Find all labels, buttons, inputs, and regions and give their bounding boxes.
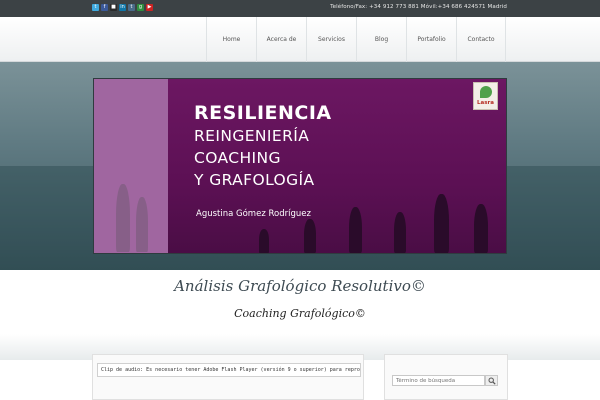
chess-piece-shape: [304, 219, 316, 253]
chess-piece-shape: [474, 204, 488, 253]
google-icon[interactable]: g: [137, 4, 144, 11]
page-subtitle: Coaching Grafológico©: [234, 307, 366, 320]
main-nav: Home Acerca de Servicios Blog Portafolio…: [206, 17, 506, 62]
slide-line-grafologia: Y GRAFOLOGÍA: [194, 171, 315, 189]
lasra-logo: Lasra: [473, 82, 498, 110]
slide-line-coaching: COACHING: [194, 149, 281, 167]
chess-piece-shape: [434, 194, 449, 253]
search-icon: [488, 377, 496, 385]
chess-piece-shape: [394, 212, 406, 253]
nav-item-portafolio[interactable]: Portafolio: [406, 17, 456, 62]
sidebar: [384, 354, 508, 400]
chess-piece-shape: [116, 184, 130, 252]
tumblr-icon[interactable]: t: [128, 4, 135, 11]
contact-info: Teléfono/Fax: +34 912 773 881 Móvil:+34 …: [330, 4, 507, 10]
search-input[interactable]: [392, 375, 485, 386]
nav-item-blog[interactable]: Blog: [356, 17, 406, 62]
slide-author: Agustina Gómez Rodríguez: [196, 209, 311, 219]
main-content: Clip de audio: Es necesario tener Adobe …: [92, 354, 364, 400]
nav-item-servicios[interactable]: Servicios: [306, 17, 356, 62]
twitter-icon[interactable]: t: [92, 4, 99, 11]
slide-title: RESILIENCIA: [194, 102, 332, 124]
top-bar: t f ■ in t g ▶ Teléfono/Fax: +34 912 773…: [0, 0, 600, 17]
nav-item-acerca-de[interactable]: Acerca de: [256, 17, 306, 62]
youtube-icon[interactable]: ▶: [146, 4, 153, 11]
slide-left-panel: [94, 79, 168, 253]
nav-item-contacto[interactable]: Contacto: [456, 17, 506, 62]
hero-slide[interactable]: RESILIENCIA REINGENIERÍA COACHING Y GRAF…: [93, 78, 507, 254]
chess-piece-shape: [349, 207, 362, 253]
site-header: Home Acerca de Servicios Blog Portafolio…: [0, 17, 600, 62]
page-title: Análisis Grafológico Resolutivo©: [174, 277, 426, 295]
chess-piece-shape: [259, 229, 269, 253]
search-button[interactable]: [485, 375, 498, 386]
hero-section: RESILIENCIA REINGENIERÍA COACHING Y GRAF…: [0, 62, 600, 270]
delicious-icon[interactable]: ■: [110, 4, 117, 11]
slide-line-reingenieria: REINGENIERÍA: [194, 127, 310, 145]
social-links: t f ■ in t g ▶: [92, 4, 153, 11]
linkedin-icon[interactable]: in: [119, 4, 126, 11]
audio-clip-notice: Clip de audio: Es necesario tener Adobe …: [97, 363, 361, 377]
logo-text: Lasra: [477, 100, 494, 106]
nav-item-home[interactable]: Home: [206, 17, 256, 62]
leaf-icon: [480, 86, 492, 98]
facebook-icon[interactable]: f: [101, 4, 108, 11]
chess-piece-shape: [136, 197, 148, 252]
